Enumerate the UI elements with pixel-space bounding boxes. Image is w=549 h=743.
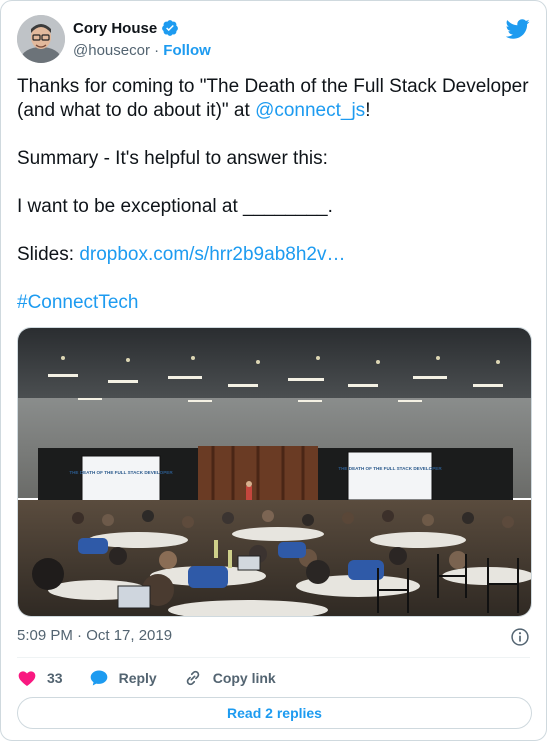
reply-button[interactable]: Reply — [89, 668, 157, 688]
slide-left-title: THE DEATH OF THE FULL STACK DEVELOPER — [69, 470, 173, 475]
mention-link[interactable]: @connect_js — [255, 100, 365, 121]
tweet-paragraph-blank: I want to be exceptional at ________. — [17, 196, 333, 217]
author-handle[interactable]: @housecor — [73, 42, 150, 59]
tweet-paragraph-slides: Slides: dropbox.com/s/hrr2b9ab8h2v… — [17, 243, 532, 267]
tweet-paragraph-summary: Summary - It's helpful to answer this: — [17, 148, 328, 169]
slides-label: Slides: — [17, 244, 80, 265]
read-replies-button[interactable]: Read 2 replies — [17, 697, 532, 729]
follow-button[interactable]: Follow — [163, 42, 211, 59]
hashtag-link[interactable]: #ConnectTech — [17, 292, 138, 313]
intro-end: ! — [365, 100, 371, 121]
tweet-paragraph-hashtag: #ConnectTech — [17, 291, 532, 315]
heart-icon — [18, 671, 36, 686]
tweet-card: Cory House @housecor · Follow Thanks for… — [0, 0, 547, 741]
copy-link-button[interactable]: Copy link — [183, 668, 276, 688]
actions-bar: 33 Reply Copy link — [17, 665, 302, 691]
tweet-photo[interactable]: THE DEATH OF THE FULL STACK DEVELOPER TH… — [17, 327, 532, 617]
avatar[interactable] — [17, 15, 65, 63]
link-icon — [186, 670, 199, 686]
reply-bubble-icon — [90, 670, 107, 686]
tweet-paragraph-intro: Thanks for coming to "The Death of the F… — [17, 75, 532, 123]
info-icon[interactable] — [510, 627, 530, 647]
handle-row: @housecor · Follow — [73, 42, 211, 59]
slide-right-title: THE DEATH OF THE FULL STACK DEVELOPER — [338, 466, 442, 471]
like-count: 33 — [47, 670, 63, 686]
conference-hall-photo: THE DEATH OF THE FULL STACK DEVELOPER TH… — [18, 328, 531, 616]
twitter-bird-icon[interactable] — [506, 17, 530, 41]
author-name-text[interactable]: Cory House — [73, 20, 157, 37]
reply-label: Reply — [118, 670, 157, 686]
divider — [17, 657, 530, 658]
like-button[interactable]: 33 — [17, 668, 63, 688]
tweet-text: Thanks for coming to "The Death of the F… — [17, 75, 532, 339]
author-name[interactable]: Cory House — [73, 19, 179, 37]
separator: · — [154, 42, 160, 59]
slides-link[interactable]: dropbox.com/s/hrr2b9ab8h2v… — [79, 244, 345, 265]
verified-badge-icon — [162, 20, 179, 36]
tweet-timestamp[interactable]: 5:09 PM · Oct 17, 2019 — [17, 627, 172, 644]
copy-link-label: Copy link — [212, 670, 276, 686]
